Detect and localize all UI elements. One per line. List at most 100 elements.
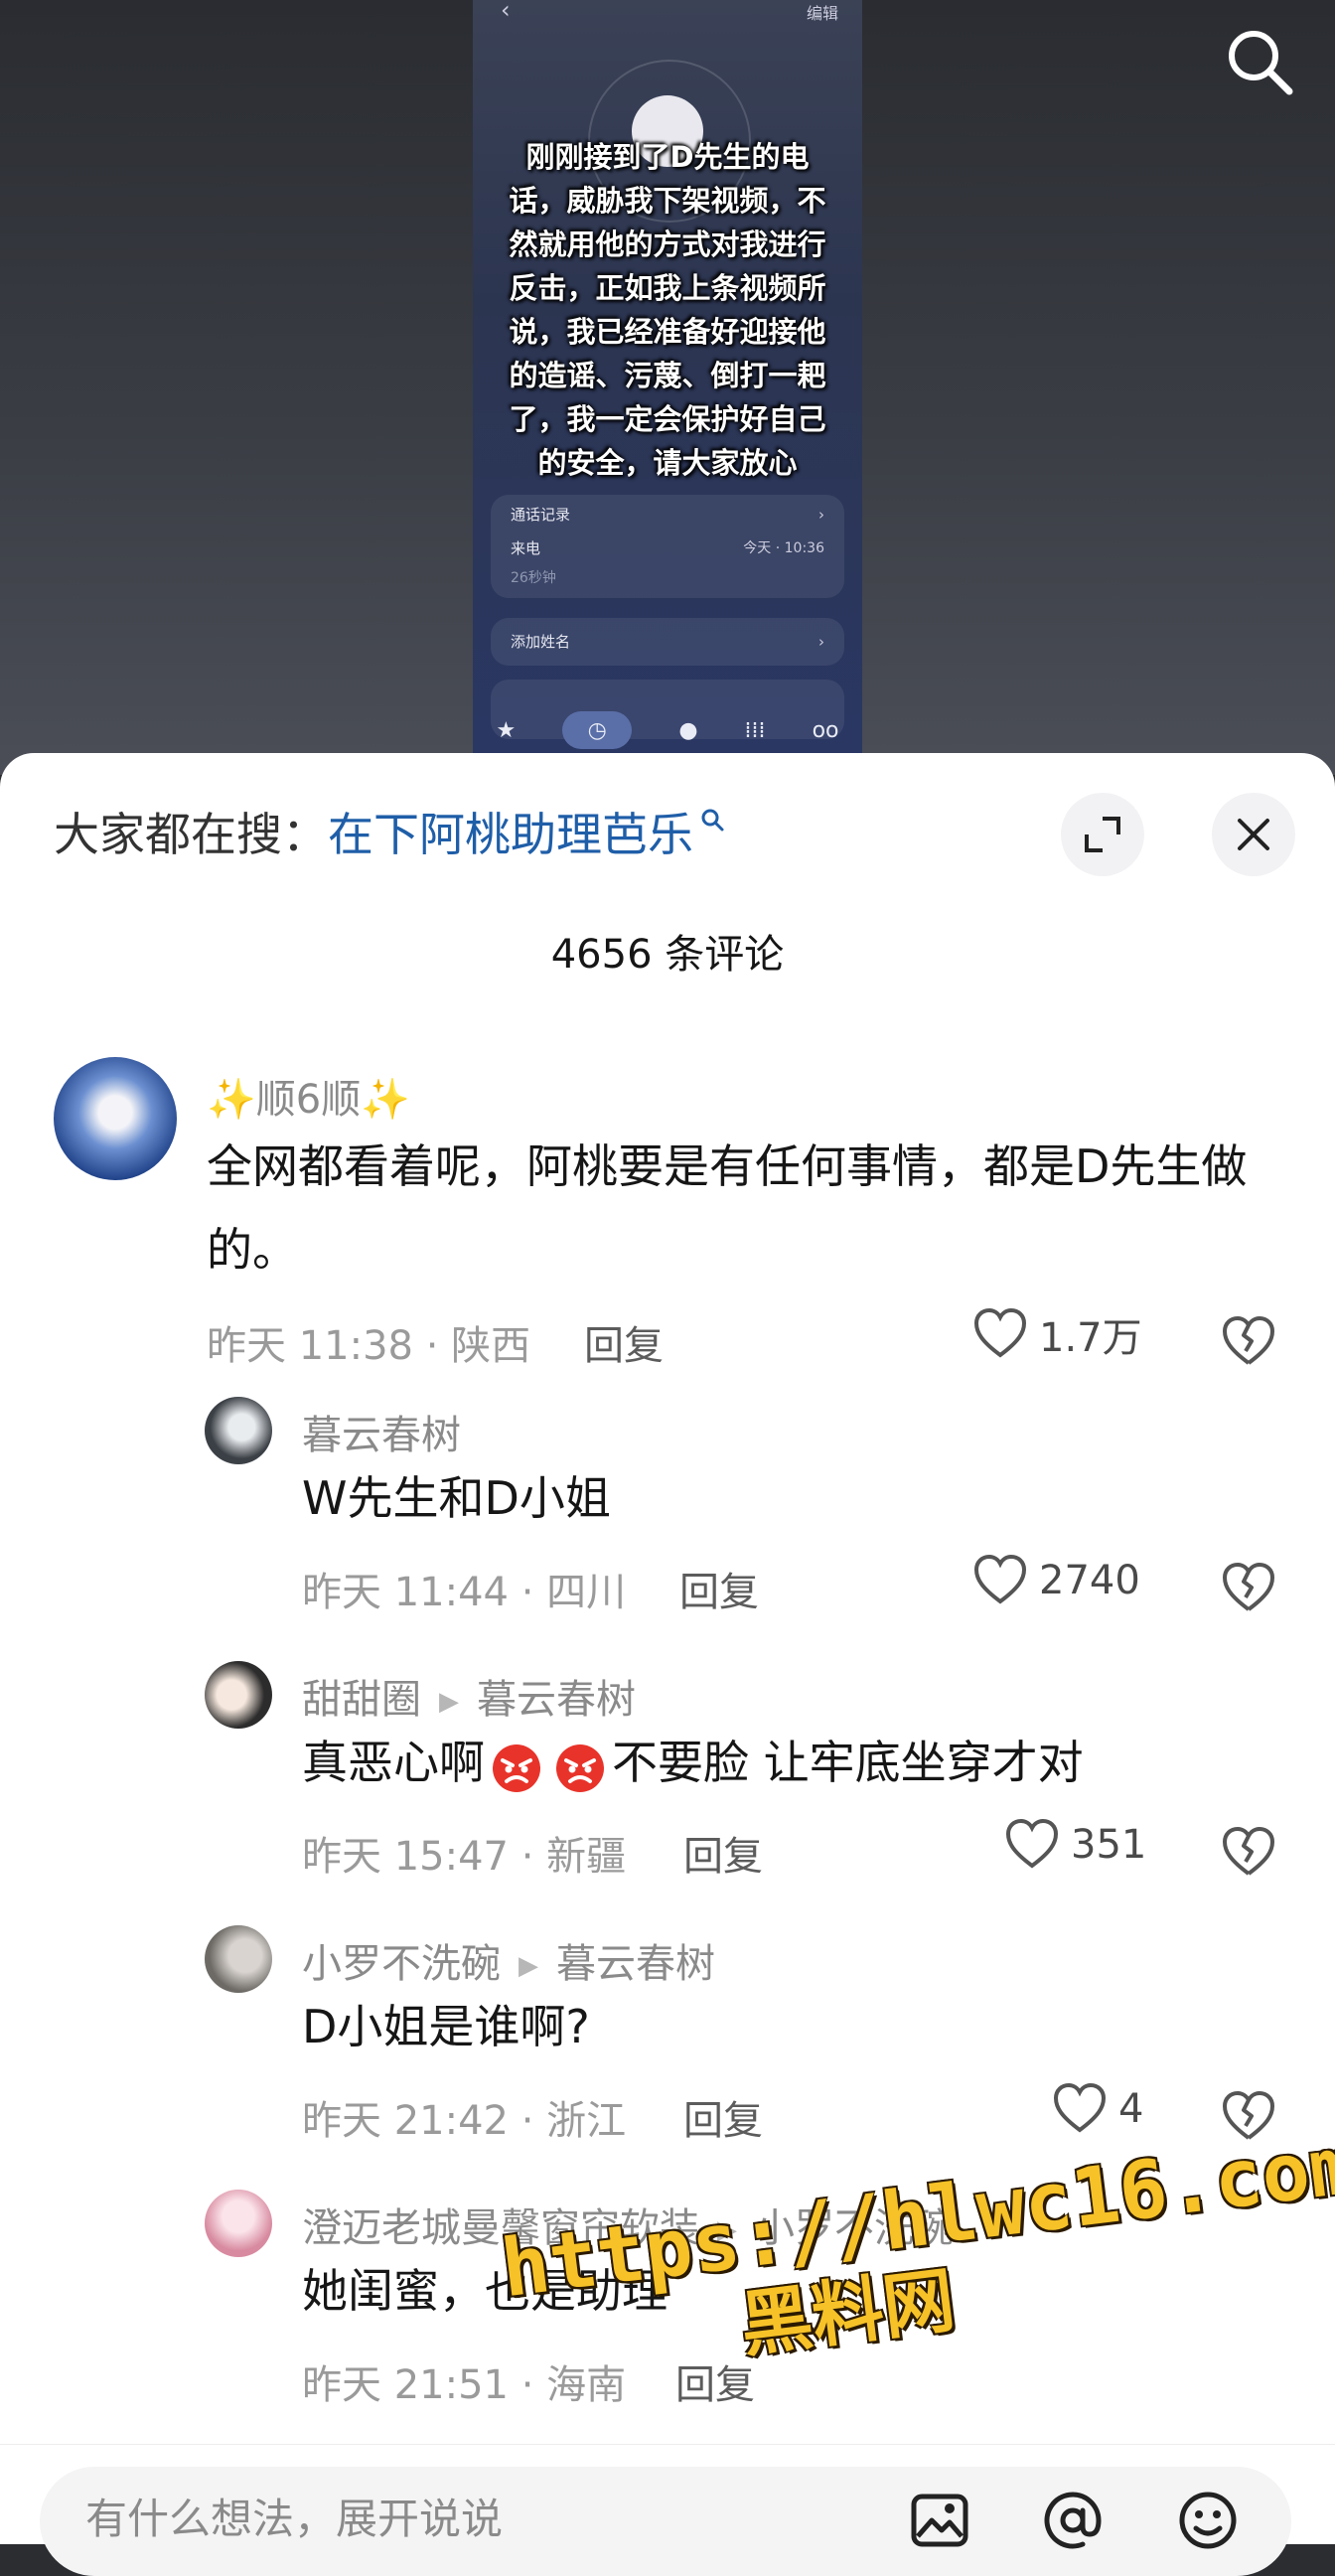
caption-line: 的造谣、污蔑、倒打一耙 [509, 359, 826, 392]
heart-icon [1053, 2082, 1107, 2133]
call-time: 今天 · 10:36 [743, 540, 824, 556]
caption-line: 刚刚接到了D先生的电 [525, 140, 810, 174]
comment-author-name: 甜甜圈 [302, 1677, 421, 1723]
close-icon [1238, 819, 1269, 850]
call-log-card: 通话记录 › 来电 今天 · 10:36 26秒钟 [491, 495, 844, 598]
comment-author[interactable]: 澄迈老城曼馨窗帘软装 ▶ 小罗不洗碗 [302, 2196, 954, 2253]
caption-line: 的安全，请大家放心 [537, 446, 798, 480]
chevron-left-icon: ‹ [501, 0, 511, 24]
clock-icon: ◷ [562, 711, 633, 749]
broken-heart-icon[interactable] [1220, 1824, 1277, 1882]
caption-line: 说，我已经准备好迎接他 [509, 315, 826, 349]
like-button[interactable]: 2740 [971, 1552, 1140, 1609]
reply-arrow-icon: ▶ [439, 1687, 459, 1717]
comment-meta: 昨天 15:47 · 新疆 [302, 1834, 627, 1880]
comment-text-end: 不要脸 让牢底坐穿才对 [612, 1736, 1084, 1789]
incoming-label: 来电 [511, 539, 541, 557]
like-button[interactable]: 351 [1003, 1816, 1146, 1874]
chevron-right-icon: › [818, 506, 824, 524]
like-count: 2740 [1039, 1558, 1140, 1603]
avatar[interactable] [205, 1661, 272, 1729]
video-frame-phone-screenshot: ‹ 编辑 通话记录 › 来电 今天 · 10:36 26秒钟 添加姓名 › 刚刚… [473, 0, 862, 755]
reply-button[interactable]: 回复 [679, 1560, 759, 1617]
search-icon[interactable] [1220, 22, 1299, 101]
comment-text: 全网都看着呢，阿桃要是有任何事情，都是D先生做的。 [207, 1139, 1248, 1277]
video-player[interactable]: ‹ 编辑 通话记录 › 来电 今天 · 10:36 26秒钟 添加姓名 › 刚刚… [0, 0, 1335, 775]
comment-author[interactable]: 甜甜圈 ▶ 暮云春树 [302, 1667, 636, 1725]
reply-arrow-icon: ▶ [519, 1951, 538, 1981]
search-icon [701, 809, 724, 832]
hot-search-bar[interactable]: 大家都在搜：在下阿桃助理芭乐 [54, 807, 725, 862]
angry-face-emoji [556, 1743, 604, 1792]
broken-heart-icon[interactable] [1220, 2088, 1277, 2146]
expand-button[interactable] [1061, 793, 1144, 876]
broken-heart-icon[interactable] [1220, 1560, 1277, 1617]
caption-line: 了，我一定会保护好自己 [509, 402, 826, 436]
broken-heart-icon[interactable] [1220, 1313, 1277, 1371]
add-name-label: 添加姓名 [511, 633, 571, 651]
reply-to-name: 暮云春树 [477, 1677, 636, 1723]
reply-arrow-icon: ▶ [717, 2215, 737, 2245]
reply-to-name: 小罗不洗碗 [755, 2205, 954, 2251]
heart-icon [1005, 1818, 1059, 1869]
comment-count: 4656 条评论 [550, 932, 785, 978]
reply-button[interactable]: 回复 [584, 1313, 664, 1371]
comment-text: 她闺蜜，也是助理 [302, 2264, 668, 2318]
comment-input-bar [0, 2444, 1335, 2576]
call-log-label: 通话记录 [511, 506, 571, 524]
reply-button[interactable]: 回复 [683, 1824, 763, 1882]
avatar[interactable] [205, 1397, 272, 1464]
close-button[interactable] [1212, 793, 1295, 876]
at-mention-icon[interactable] [1037, 2485, 1109, 2556]
reply-button[interactable]: 回复 [675, 2352, 755, 2410]
like-count: 4 [1118, 2086, 1144, 2132]
star-icon: ★ [496, 717, 517, 743]
image-icon[interactable] [904, 2485, 975, 2556]
phone-edit-label: 编辑 [806, 4, 838, 23]
comment-text: D小姐是谁啊? [302, 2000, 590, 2053]
chevron-right-icon: › [818, 633, 824, 651]
heart-icon [973, 1307, 1027, 1358]
reply-to-name: 暮云春树 [556, 1941, 715, 1987]
comment-meta: 昨天 11:38 · 陕西 [207, 1323, 531, 1369]
comment-text: 真恶心啊 不要脸 让牢底坐穿才对 [302, 1721, 1084, 1804]
like-button[interactable]: 4 [1051, 2080, 1143, 2138]
reply-button[interactable]: 回复 [683, 2088, 763, 2146]
caption-line: 反击，正如我上条视频所 [509, 271, 826, 305]
expand-icon [1085, 817, 1120, 852]
like-button[interactable]: 1.7万 [971, 1305, 1142, 1363]
keypad-icon: ⁞⁞⁞ [744, 717, 766, 743]
comment-sheet: 大家都在搜：在下阿桃助理芭乐 4656 条评论 ✨顺6顺✨ 全网都看着呢，阿桃要… [0, 753, 1335, 2543]
comment-author-name: 小罗不洗碗 [302, 1941, 501, 1987]
avatar[interactable] [205, 1925, 272, 1993]
add-name-card: 添加姓名 › [491, 618, 844, 666]
contact-icon: ● [678, 717, 698, 743]
comment-author[interactable]: 小罗不洗碗 ▶ 暮云春树 [302, 1931, 715, 1989]
comment-input-pill[interactable] [40, 2467, 1291, 2576]
voicemail-icon: oo [812, 717, 839, 743]
hot-search-prefix: 大家都在搜： [54, 808, 328, 861]
like-count: 1.7万 [1039, 1315, 1142, 1361]
call-duration: 26秒钟 [511, 570, 556, 586]
video-caption-overlay: 刚刚接到了D先生的电 话，威胁我下架视频，不 然就用他的方式对我进行 反击，正如… [473, 135, 862, 485]
phone-nav-bar: ★ ◷ ● ⁞⁞⁞ oo [473, 705, 862, 755]
comment-meta: 昨天 21:51 · 海南 [302, 2362, 627, 2408]
comment-author[interactable]: 暮云春树 [302, 1403, 461, 1460]
comment-meta: 昨天 11:44 · 四川 [302, 1570, 627, 1615]
avatar[interactable] [205, 2190, 272, 2257]
hot-search-term[interactable]: 在下阿桃助理芭乐 [328, 808, 693, 861]
emoji-icon[interactable] [1172, 2485, 1244, 2556]
comment-meta: 昨天 21:42 · 浙江 [302, 2098, 627, 2144]
heart-icon [973, 1554, 1027, 1604]
comment-input[interactable] [83, 2483, 902, 2554]
avatar[interactable] [54, 1057, 177, 1180]
like-count: 351 [1071, 1822, 1147, 1868]
comment-text-start: 真恶心啊 [302, 1736, 485, 1789]
caption-line: 话，威胁我下架视频，不 [509, 184, 826, 218]
comment-author-name: 澄迈老城曼馨窗帘软装 [302, 2205, 699, 2251]
comment-author[interactable]: ✨顺6顺✨ [207, 1067, 410, 1125]
caption-line: 然就用他的方式对我进行 [509, 227, 826, 261]
angry-face-emoji [493, 1743, 540, 1792]
comment-text: W先生和D小姐 [302, 1471, 611, 1525]
phone-top-bar: ‹ 编辑 [473, 0, 862, 26]
